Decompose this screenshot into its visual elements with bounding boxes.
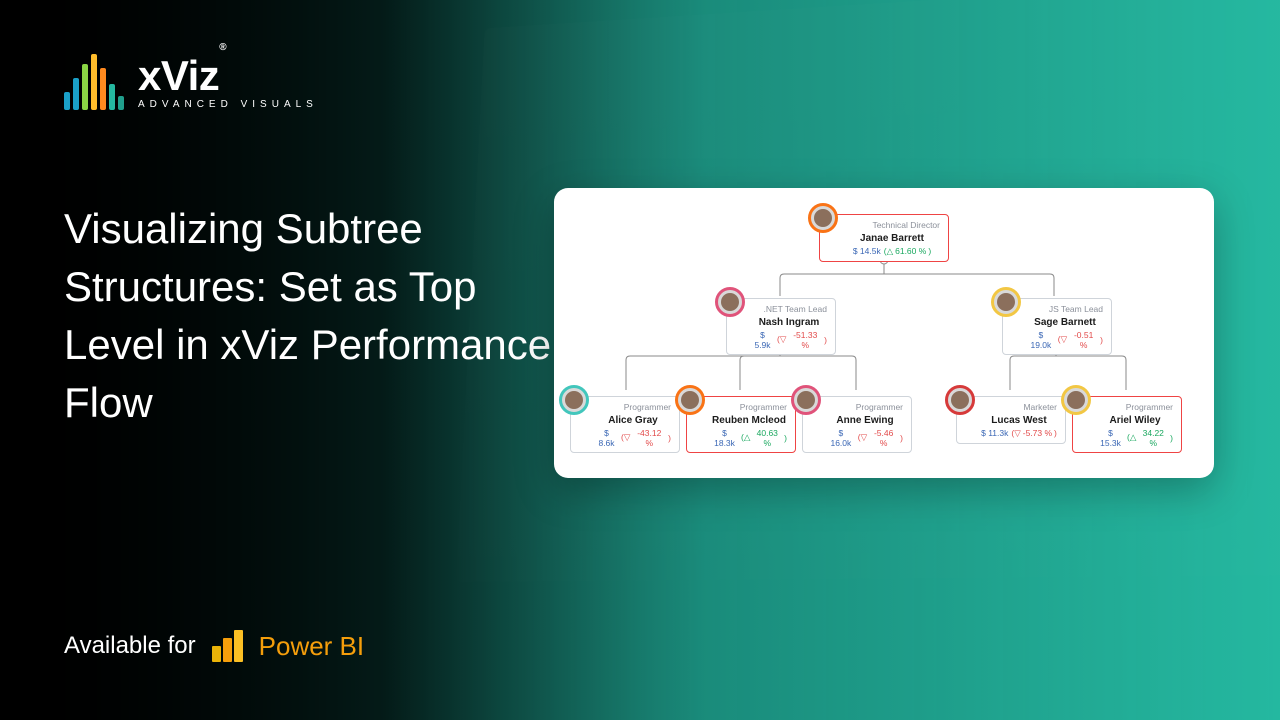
avatar-icon — [559, 385, 589, 415]
node-name: Reuben Mcleod — [711, 415, 787, 426]
node-metric: $ 8.6k (▽ -43.12 %) — [595, 428, 671, 448]
power-bi-icon — [212, 630, 243, 662]
node-metric: $ 15.3k (△ 34.22 %) — [1097, 428, 1173, 448]
node-role: Marketer — [981, 403, 1057, 412]
node-name: Ariel Wiley — [1097, 415, 1173, 426]
node-metric: $ 19.0k (▽ -0.51 %) — [1027, 330, 1103, 350]
available-label: Available for — [64, 632, 196, 660]
avatar-icon — [791, 385, 821, 415]
node-role: Programmer — [711, 403, 787, 412]
node-metric: $ 16.0k (▽ -5.46 %) — [827, 428, 903, 448]
org-node-js[interactable]: JS Team Lead Sage Barnett $ 19.0k (▽ -0.… — [1002, 298, 1112, 355]
node-role: Programmer — [595, 403, 671, 412]
avatar-icon — [1061, 385, 1091, 415]
node-metric: $ 11.3k (▽ -5.73 %) — [981, 428, 1057, 439]
footer-availability: Available for Power BI — [64, 630, 364, 662]
node-metric: $ 14.5k (△ 61.60 %) — [844, 246, 940, 257]
org-node-root[interactable]: Technical Director Janae Barrett $ 14.5k… — [819, 214, 949, 262]
node-name: Sage Barnett — [1027, 317, 1103, 328]
org-node-ariel[interactable]: Programmer Ariel Wiley $ 15.3k (△ 34.22 … — [1072, 396, 1182, 453]
avatar-icon — [991, 287, 1021, 317]
org-chart-preview: Technical Director Janae Barrett $ 14.5k… — [554, 188, 1214, 478]
avatar-icon — [715, 287, 745, 317]
org-node-anne[interactable]: Programmer Anne Ewing $ 16.0k (▽ -5.46 %… — [802, 396, 912, 453]
brand-name: xViz® — [138, 55, 318, 97]
node-name: Janae Barrett — [844, 233, 940, 244]
org-node-alice[interactable]: Programmer Alice Gray $ 8.6k (▽ -43.12 %… — [570, 396, 680, 453]
power-bi-label: Power BI — [259, 631, 365, 662]
avatar-icon — [675, 385, 705, 415]
node-role: Technical Director — [844, 221, 940, 230]
brand-subtitle: ADVANCED VISUALS — [138, 99, 318, 110]
node-name: Anne Ewing — [827, 415, 903, 426]
org-node-lucas[interactable]: Marketer Lucas West $ 11.3k (▽ -5.73 %) — [956, 396, 1066, 444]
node-role: Programmer — [827, 403, 903, 412]
node-role: Programmer — [1097, 403, 1173, 412]
org-node-net[interactable]: .NET Team Lead Nash Ingram $ 5.9k (▽ -51… — [726, 298, 836, 355]
logo-bars-icon — [64, 54, 124, 110]
main-heading: Visualizing Subtree Structures: Set as T… — [64, 200, 584, 432]
node-role: JS Team Lead — [1027, 305, 1103, 314]
node-name: Nash Ingram — [751, 317, 827, 328]
avatar-icon — [945, 385, 975, 415]
node-metric: $ 5.9k (▽ -51.33 %) — [751, 330, 827, 350]
node-name: Lucas West — [981, 415, 1057, 426]
xviz-logo: xViz® ADVANCED VISUALS — [64, 54, 318, 110]
avatar-icon — [808, 203, 838, 233]
node-role: .NET Team Lead — [751, 305, 827, 314]
node-name: Alice Gray — [595, 415, 671, 426]
org-node-reuben[interactable]: Programmer Reuben Mcleod $ 18.3k (△ 40.6… — [686, 396, 796, 453]
node-metric: $ 18.3k (△ 40.63 %) — [711, 428, 787, 448]
